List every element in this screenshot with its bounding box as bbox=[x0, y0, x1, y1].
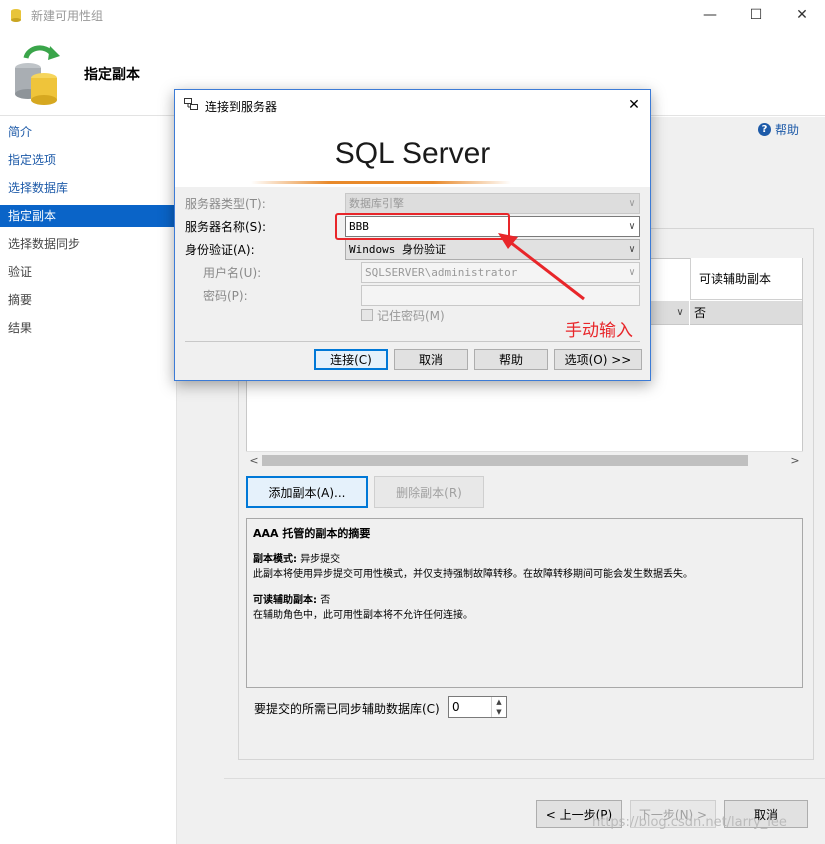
dialog-close-button[interactable]: ✕ bbox=[624, 95, 644, 115]
nav-item-data-sync: 选择数据同步 bbox=[8, 237, 81, 251]
nav-item-databases[interactable]: 选择数据库 bbox=[0, 177, 176, 199]
dialog-titlebar: 连接到服务器 ✕ bbox=[175, 90, 650, 120]
chevron-down-icon: ∨ bbox=[628, 267, 635, 278]
help-label: 帮助 bbox=[775, 123, 800, 137]
banner-underline bbox=[251, 181, 511, 184]
help-link[interactable]: ? 帮助 bbox=[758, 121, 799, 138]
remember-password-checkbox bbox=[361, 309, 373, 321]
chevron-down-icon[interactable]: ∨ bbox=[671, 301, 689, 325]
annotation-arrow bbox=[498, 233, 585, 301]
chevron-down-icon[interactable]: ∨ bbox=[629, 217, 635, 236]
product-name: SQL Server bbox=[334, 137, 491, 170]
chevron-down-icon: ∨ bbox=[628, 198, 635, 209]
summary-mode-label: 副本模式: bbox=[253, 554, 297, 565]
nav-item-validation: 验证 bbox=[8, 265, 33, 279]
summary-readable-value: 否 bbox=[320, 595, 331, 606]
page-title: 指定副本 bbox=[84, 67, 140, 83]
nav-item-options[interactable]: 指定选项 bbox=[0, 149, 176, 171]
summary-title: AAA 托管的副本的摘要 bbox=[253, 527, 371, 540]
summary-readable-label: 可读辅助副本: bbox=[253, 595, 317, 606]
dialog-banner: SQL Server bbox=[175, 120, 650, 187]
server-type-value: 数据库引擎 bbox=[349, 197, 404, 210]
grid-cell-readable[interactable]: 否 bbox=[690, 301, 802, 325]
username-label: 用户名(U): bbox=[203, 266, 262, 280]
database-sync-icon bbox=[15, 45, 60, 105]
sync-secondaries-label: 要提交的所需已同步辅助数据库(C) bbox=[254, 702, 440, 716]
scrollbar-thumb[interactable] bbox=[262, 455, 748, 466]
window-titlebar: 新建可用性组 — ☐ ✕ bbox=[0, 0, 825, 30]
options-button[interactable]: 选项(O) >> bbox=[554, 349, 642, 370]
footer-divider bbox=[224, 778, 825, 779]
annotation-highlight-box bbox=[335, 213, 510, 240]
server-type-select: 数据库引擎 ∨ bbox=[345, 193, 640, 214]
close-button[interactable]: ✕ bbox=[779, 0, 825, 30]
add-replica-button[interactable]: 添加副本(A)... bbox=[246, 476, 368, 508]
grid-horizontal-scrollbar[interactable]: < > bbox=[246, 451, 803, 468]
nav-item-intro[interactable]: 简介 bbox=[0, 121, 176, 143]
wizard-nav: 简介 指定选项 选择数据库 指定副本 选择数据同步 验证 摘要 结果 bbox=[0, 117, 176, 844]
password-label: 密码(P): bbox=[203, 289, 248, 303]
replica-summary: AAA 托管的副本的摘要 副本模式: 异步提交 此副本将使用异步提交可用性模式，… bbox=[246, 518, 803, 688]
sync-secondaries-stepper[interactable]: 0 ▲ ▼ bbox=[448, 696, 507, 718]
connect-button[interactable]: 连接(C) bbox=[314, 349, 388, 370]
maximize-button[interactable]: ☐ bbox=[733, 0, 779, 30]
dialog-title: 连接到服务器 bbox=[205, 100, 278, 114]
app-icon bbox=[11, 9, 21, 22]
server-connect-icon bbox=[184, 98, 198, 110]
dialog-divider bbox=[185, 341, 640, 342]
minimize-button[interactable]: — bbox=[687, 0, 733, 30]
nav-item-replicas[interactable]: 指定副本 bbox=[0, 205, 176, 227]
annotation-text: 手动输入 bbox=[565, 321, 633, 341]
dialog-help-button[interactable]: 帮助 bbox=[474, 349, 548, 370]
server-type-label: 服务器类型(T): bbox=[185, 197, 266, 211]
scroll-left-icon[interactable]: < bbox=[246, 452, 262, 469]
grid-header-readable: 可读辅助副本 bbox=[690, 258, 802, 300]
auth-value[interactable]: Windows 身份验证 bbox=[349, 243, 446, 256]
chevron-down-icon[interactable]: ∨ bbox=[629, 240, 635, 259]
auth-label: 身份验证(A): bbox=[185, 243, 255, 257]
summary-mode-desc: 此副本将使用异步提交可用性模式，并仅支持强制故障转移。在故障转移期间可能会发生数… bbox=[253, 569, 693, 580]
scroll-right-icon[interactable]: > bbox=[787, 452, 803, 469]
summary-mode-value: 异步提交 bbox=[300, 554, 341, 565]
help-icon: ? bbox=[758, 123, 771, 136]
sync-secondaries-value[interactable]: 0 bbox=[452, 700, 460, 714]
remember-password-label: 记住密码(M) bbox=[377, 309, 445, 323]
nav-item-summary: 摘要 bbox=[8, 293, 33, 307]
dialog-cancel-button[interactable]: 取消 bbox=[394, 349, 468, 370]
remove-replica-button: 删除副本(R) bbox=[374, 476, 484, 508]
window-title: 新建可用性组 bbox=[31, 9, 104, 23]
stepper-arrows[interactable]: ▲ ▼ bbox=[491, 697, 506, 717]
server-name-label: 服务器名称(S): bbox=[185, 220, 267, 234]
watermark: https://blog.csdn.net/larry_lee bbox=[592, 815, 787, 830]
nav-item-results: 结果 bbox=[8, 321, 33, 335]
summary-readable-desc: 在辅助角色中，此可用性副本将不允许任何连接。 bbox=[253, 610, 473, 621]
